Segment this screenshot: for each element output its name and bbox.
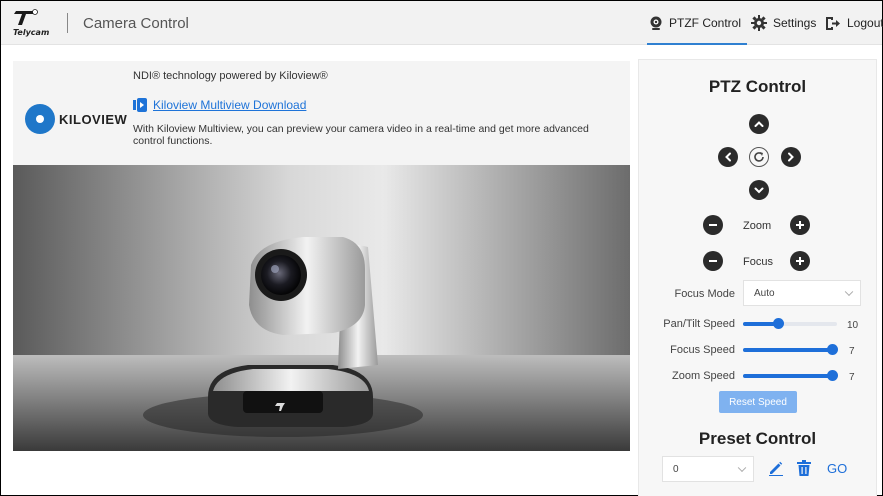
preset-value: 0	[673, 463, 679, 475]
nav-settings-label: Settings	[773, 16, 817, 30]
nav-ptzf-label: PTZF Control	[669, 16, 742, 30]
kiloview-multiview-download-link[interactable]: Kiloview Multiview Download	[133, 98, 306, 112]
go-preset-button[interactable]: GO	[827, 461, 847, 476]
gear-icon	[751, 15, 767, 31]
multiview-description: With Kiloview Multiview, you can preview…	[133, 123, 589, 147]
focus-near-button[interactable]	[703, 251, 723, 271]
tilt-up-button[interactable]	[749, 114, 769, 134]
nav-logout[interactable]: Logout	[825, 1, 883, 45]
pan-tilt-speed-value: 10	[847, 320, 859, 331]
kiloview-logo: KILOVIEW	[25, 104, 127, 134]
chevron-down-icon	[754, 187, 764, 194]
focus-mode-value: Auto	[754, 287, 775, 299]
nav-ptzf-control[interactable]: PTZF Control	[646, 1, 748, 45]
plus-icon	[796, 221, 804, 229]
delete-preset-button[interactable]	[795, 459, 813, 477]
slider-thumb[interactable]	[773, 318, 784, 329]
multiview-app-icon	[133, 98, 147, 112]
slider-thumb[interactable]	[827, 344, 838, 355]
brand-name: Telycam	[13, 28, 50, 37]
chevron-down-icon	[844, 287, 854, 297]
nav-logout-label: Logout	[847, 16, 883, 30]
focus-mode-label: Focus Mode	[674, 288, 735, 300]
header-divider	[67, 13, 68, 33]
telycam-logo: Telycam	[13, 9, 57, 37]
pan-tilt-speed-label: Pan/Tilt Speed	[663, 318, 735, 330]
focus-speed-label: Focus Speed	[670, 344, 735, 356]
chevron-right-icon	[788, 152, 794, 162]
chevron-left-icon	[725, 152, 731, 162]
minus-icon	[709, 260, 717, 262]
chevron-down-icon	[737, 463, 747, 473]
focus-label: Focus	[743, 256, 773, 268]
pencil-icon	[769, 461, 783, 476]
page-title: Camera Control	[83, 15, 189, 32]
top-bar: Telycam Camera Control PTZF Control Sett…	[1, 1, 883, 45]
focus-mode-select[interactable]: Auto	[743, 280, 861, 306]
chevron-up-icon	[754, 121, 764, 127]
ptz-control-title: PTZ Control	[708, 77, 807, 96]
zoom-in-button[interactable]	[790, 215, 810, 235]
minus-icon	[709, 224, 717, 226]
preset-select[interactable]: 0	[662, 456, 754, 482]
trash-icon	[797, 460, 811, 476]
logout-icon	[825, 16, 841, 31]
pan-left-button[interactable]	[718, 147, 738, 167]
kiloview-logo-text: KILOVIEW	[59, 111, 128, 127]
camera-product-image	[13, 165, 630, 451]
slider-thumb[interactable]	[827, 370, 838, 381]
nav-settings[interactable]: Settings	[751, 1, 816, 45]
focus-speed-slider[interactable]	[743, 343, 838, 357]
zoom-speed-value: 7	[849, 372, 855, 383]
camera-icon	[649, 16, 663, 31]
pan-right-button[interactable]	[781, 147, 801, 167]
kiloview-multiview-link-label: Kiloview Multiview Download	[153, 98, 307, 112]
focus-far-button[interactable]	[790, 251, 810, 271]
reset-speed-button[interactable]: Reset Speed	[719, 391, 797, 413]
zoom-speed-label: Zoom Speed	[672, 370, 735, 382]
edit-preset-button[interactable]	[767, 459, 785, 477]
pan-tilt-speed-slider[interactable]	[743, 317, 837, 331]
preset-control-title: Preset Control	[698, 429, 817, 448]
zoom-speed-slider[interactable]	[743, 369, 838, 383]
ptz-home-button[interactable]	[749, 147, 769, 167]
ndi-tagline: NDI® technology powered by Kiloview®	[133, 70, 328, 82]
zoom-out-button[interactable]	[703, 215, 723, 235]
refresh-icon	[754, 152, 764, 162]
zoom-label: Zoom	[743, 220, 772, 232]
ptz-control-panel: PTZ Control Zoom Focus Focus Mode Auto P…	[638, 59, 877, 496]
focus-speed-value: 7	[849, 346, 855, 357]
plus-icon	[796, 257, 804, 265]
kiloview-promo: NDI® technology powered by Kiloview® KIL…	[13, 61, 630, 165]
tilt-down-button[interactable]	[749, 180, 769, 200]
